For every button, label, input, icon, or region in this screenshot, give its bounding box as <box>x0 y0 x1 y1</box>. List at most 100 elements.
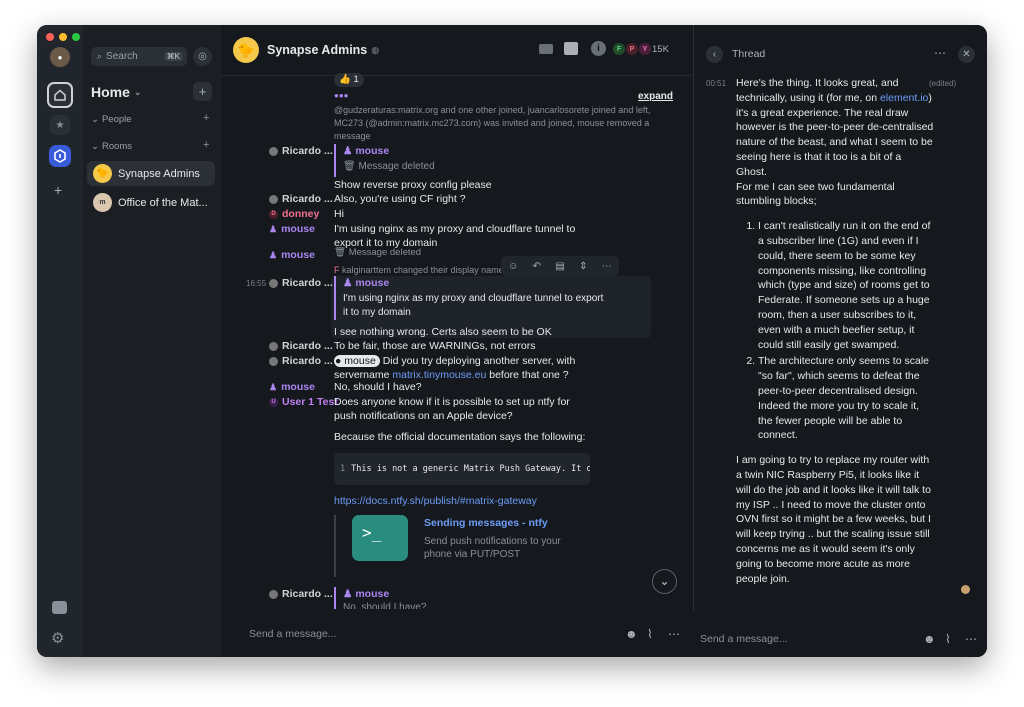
preview-description: Send push notifications to your phone vi… <box>424 536 561 560</box>
thread-close-button[interactable]: ✕ <box>958 46 975 63</box>
threads-icon[interactable] <box>52 601 67 614</box>
thread-back-button[interactable]: ‹ <box>706 46 723 63</box>
expand-icon[interactable]: ⇕ <box>579 261 587 272</box>
attachment-icon[interactable]: ⌇ <box>945 632 951 646</box>
space-button[interactable] <box>49 145 71 167</box>
message-sender[interactable]: Ricardo ... <box>269 339 333 353</box>
react-icon[interactable]: ☺ <box>508 261 518 272</box>
add-room-button[interactable]: + <box>203 139 209 151</box>
mouse-avatar-icon: ♟ <box>269 224 278 234</box>
thread-list-item: I can't realistically run it on the end … <box>758 219 934 352</box>
message-sender[interactable]: Ddonney <box>269 207 319 221</box>
home-header[interactable]: Home ⌄ <box>91 84 141 100</box>
message-sender[interactable]: Ricardo ... <box>269 587 333 601</box>
room-header: 🐤 Synapse Admins ◍ i F P Y 15K <box>221 25 694 76</box>
thread-options-icon[interactable]: ⋯ <box>934 46 946 60</box>
add-button[interactable]: + <box>193 82 212 101</box>
reply-sender: ♟ mouse <box>343 277 390 289</box>
room-title[interactable]: Synapse Admins <box>267 43 367 57</box>
message-body: I see nothing wrong. Certs also seem to … <box>334 326 552 338</box>
room-info-icon[interactable]: i <box>591 41 606 56</box>
settings-icon[interactable]: ⚙ <box>51 629 64 647</box>
composer-input[interactable]: Send a message... <box>249 628 337 640</box>
deleted-label: Message deleted <box>358 161 435 172</box>
add-people-button[interactable]: + <box>203 112 209 124</box>
thread-composer[interactable]: Send a message... ☻ ⌇ ⋯ <box>694 621 987 657</box>
reply-quote[interactable]: ♟ mouse I'm using nginx as my proxy and … <box>334 276 604 320</box>
member-avatars[interactable]: F P Y <box>613 43 651 55</box>
room-item-synapse-admins[interactable]: 🐤 Synapse Admins <box>87 161 215 186</box>
user-avatar[interactable]: ● <box>50 47 70 67</box>
read-receipt-avatar[interactable] <box>961 585 970 594</box>
mouse-avatar-icon: ♟ <box>269 382 278 392</box>
explore-button[interactable]: ◎ <box>193 47 212 66</box>
video-call-icon[interactable] <box>539 44 553 54</box>
close-window-button[interactable] <box>46 33 54 41</box>
message-body: To be fair, those are WARNINGs, not erro… <box>334 340 536 352</box>
emoji-icon[interactable]: ☻ <box>625 627 638 641</box>
thread-timestamp: 00:51 <box>706 79 727 88</box>
threads-icon[interactable] <box>564 42 578 55</box>
room-avatar: 🐤 <box>93 164 112 183</box>
sender-avatar <box>269 278 278 288</box>
user-pill[interactable]: ● mouse <box>334 355 380 367</box>
preview-title[interactable]: Sending messages - ntfy <box>424 517 548 529</box>
expand-link[interactable]: expand <box>638 90 673 104</box>
message-sender[interactable]: ♟ mouse <box>269 248 315 262</box>
emoji-icon[interactable]: ☻ <box>923 632 936 646</box>
message-body: Hi <box>334 208 344 220</box>
reply-icon[interactable]: ↶ <box>533 261 541 272</box>
people-section[interactable]: ⌄ People <box>91 114 132 125</box>
reply-sender: ♟ mouse <box>343 588 390 600</box>
more-options-icon[interactable]: ⋯ <box>965 632 977 646</box>
link-preview[interactable]: >_ Sending messages - ntfy Send push not… <box>334 515 594 577</box>
reaction-badge[interactable]: 👍 1 <box>334 73 364 87</box>
public-room-icon: ◍ <box>371 44 380 55</box>
rooms-section[interactable]: ⌄ Rooms <box>91 141 132 152</box>
code-block: 1 This is not a generic Matrix Push Gate… <box>334 453 590 485</box>
thread-icon[interactable]: ▤ <box>555 261 564 272</box>
message-sender[interactable]: Ricardo ... <box>269 192 333 206</box>
people-section-label: People <box>101 114 132 125</box>
minimize-window-button[interactable] <box>59 33 67 41</box>
thread-panel: ‹ Thread ⋯ ✕ 00:51 (edited) Here's the t… <box>694 25 987 657</box>
message-sender[interactable]: Ricardo ... <box>269 276 333 290</box>
favourites-space-button[interactable]: ★ <box>50 115 70 135</box>
zoom-window-button[interactable] <box>72 33 80 41</box>
message-sender[interactable]: ♟ mouse <box>269 222 315 236</box>
reply-quote[interactable]: ♟ mouse 🗑 Message deleted <box>334 144 435 177</box>
search-shortcut: ⌘K <box>163 52 183 61</box>
message-sender[interactable]: Ricardo ... <box>269 144 333 158</box>
options-icon[interactable]: ⋯ <box>602 261 612 272</box>
home-space-button[interactable] <box>47 82 73 108</box>
thread-composer-input[interactable]: Send a message... <box>700 633 788 645</box>
message-text: before that one ? <box>486 369 569 381</box>
message-composer[interactable]: Send a message... ☻ ⌇ ⋯ <box>221 611 694 657</box>
member-avatar: Y <box>639 43 651 55</box>
message-sender[interactable]: ♟ mouse <box>269 380 315 394</box>
more-options-icon[interactable]: ⋯ <box>668 627 680 641</box>
message-action-bar: ☺ ↶ ▤ ⇕ ⋯ <box>501 256 619 276</box>
sender-name: Ricardo ... <box>282 340 333 352</box>
app-window: ● ★ + ⚙ ⌕ Search ⌘K ◎ Home ⌄ + ⌄ People +… <box>37 25 987 657</box>
search-input[interactable]: ⌕ Search ⌘K <box>91 47 187 66</box>
reply-quote[interactable]: ♟ mouse No, should I have? <box>334 587 426 609</box>
chevron-down-icon: ⌄ <box>133 86 142 97</box>
create-space-button[interactable]: + <box>54 182 62 198</box>
thread-list-item: The architecture only seems to scale "so… <box>758 354 934 443</box>
message-body: Also, you're using CF right ? <box>334 193 466 205</box>
room-avatar[interactable]: 🐤 <box>233 37 259 63</box>
deleted-message: 🗑 Message deleted <box>343 161 435 172</box>
sender-avatar <box>269 146 278 156</box>
room-item-office[interactable]: m Office of the Mat... <box>87 190 215 215</box>
message-sender[interactable]: Ricardo ... <box>269 354 333 368</box>
sender-avatar: U <box>269 397 278 407</box>
docs-link[interactable]: https://docs.ntfy.sh/publish/#matrix-gat… <box>334 494 537 508</box>
deleted-message: 🗑 Message deleted <box>334 247 422 258</box>
message-sender[interactable]: U User 1 Test <box>269 395 338 409</box>
thread-paragraph: Here's the thing. It looks great, and te… <box>736 76 934 180</box>
jump-to-bottom-button[interactable]: ⌄ <box>652 569 677 594</box>
member-count[interactable]: 15K <box>652 44 669 55</box>
element-link[interactable]: element.io <box>880 92 928 104</box>
attachment-icon[interactable]: ⌇ <box>647 627 653 641</box>
